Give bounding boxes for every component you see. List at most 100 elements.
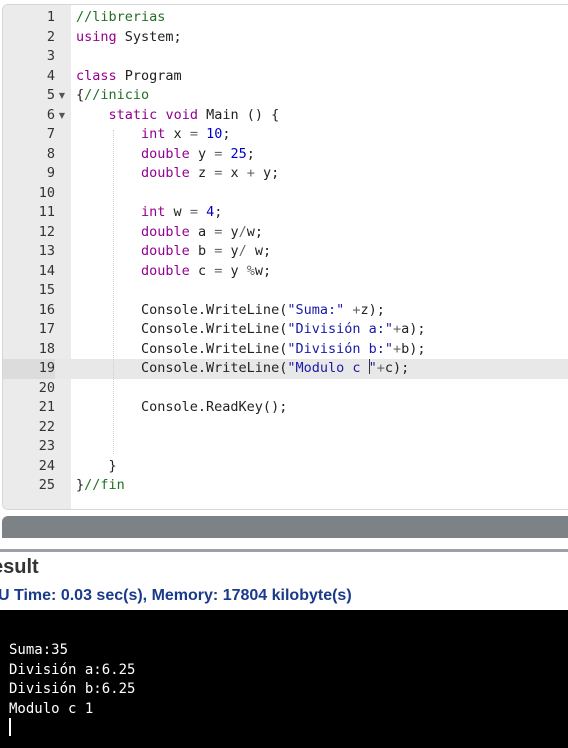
code-text: } [76, 457, 117, 477]
code-token: } [76, 477, 85, 493]
line-number: 9 [46, 165, 55, 181]
code-token: 4 [206, 204, 215, 220]
line-number: 21 [38, 399, 55, 415]
stats-prefix: U Time: [0, 587, 61, 604]
result-title: esult [0, 556, 39, 578]
code-text: int w = 4; [76, 203, 222, 223]
line-number: 3 [46, 48, 55, 64]
code-token: { [76, 87, 85, 103]
code-text: Console.ReadKey(); [76, 398, 287, 418]
line-number: 22 [38, 418, 55, 435]
code-token: w [165, 204, 190, 220]
code-line[interactable]: 6 ▼ static void Main () { [3, 106, 568, 126]
code-token: b); [401, 340, 426, 357]
code-text: double z = x + y; [76, 164, 279, 184]
code-line[interactable]: 4 class Program [3, 67, 568, 87]
code-line[interactable]: 22 [3, 418, 568, 438]
code-token: double [141, 223, 190, 240]
line-number: 10 [38, 184, 55, 201]
code-text: }//fin [76, 476, 125, 496]
stats-mid: , Memory: [142, 587, 223, 604]
code-line[interactable]: 24 } [3, 457, 568, 477]
code-text: using System; [76, 28, 182, 48]
fold-arrow-icon[interactable]: ▼ [56, 86, 68, 106]
output-console[interactable]: Suma:35 División a:6.25 División b:6.25 Mod… [0, 610, 568, 748]
code-line[interactable]: 5 ▼ {//inicio [3, 86, 568, 106]
code-token: + [393, 321, 402, 337]
line-number: 14 [38, 262, 55, 279]
code-token: y [222, 262, 247, 279]
code-line[interactable]: 16 Console.WriteLine("Suma:" +z); [3, 301, 568, 321]
code-line[interactable]: 25}//fin [3, 476, 568, 496]
line-number: 5 [46, 87, 55, 103]
code-token: w; [246, 243, 272, 259]
code-line[interactable]: 14 double c = y %w; [3, 262, 568, 282]
code-line[interactable]: 9 double z = x + y; [3, 164, 568, 184]
line-number: 12 [38, 223, 55, 240]
code-token: ; [214, 204, 223, 220]
code-line[interactable]: 1 //librerias [3, 8, 568, 28]
code-line[interactable]: 23 [3, 437, 568, 457]
code-text: Console.WriteLine("División a:"+a); [76, 320, 426, 340]
panel-divider[interactable] [0, 549, 568, 552]
code-line[interactable]: 8 double y = 25; [3, 145, 568, 165]
code-token: + [393, 340, 402, 357]
code-text: double c = y %w; [76, 262, 271, 282]
code-line[interactable]: 21 Console.ReadKey(); [3, 398, 568, 418]
line-number: 6 [46, 106, 55, 123]
code-token: static [108, 106, 158, 123]
code-token: z [189, 165, 215, 181]
code-token: y [189, 145, 215, 162]
code-token: / [238, 223, 247, 240]
code-token: Program [116, 67, 182, 84]
code-token: x [222, 165, 247, 181]
code-token: "División a:" [287, 321, 393, 337]
code-token: w; [254, 262, 272, 279]
code-line[interactable]: 3 [3, 47, 568, 67]
code-token: "División b:" [287, 340, 393, 357]
line-number: 16 [38, 301, 55, 318]
code-line[interactable]: 13 double b = y/ w; [3, 242, 568, 262]
code-editor[interactable]: 1 //librerias 2 using System; 3 4 class Progra… [2, 4, 568, 510]
code-token: Console.WriteLine( [76, 360, 288, 376]
code-token: / [238, 243, 247, 259]
code-token: % [246, 262, 255, 279]
code-line[interactable]: 15 [3, 281, 568, 301]
code-line[interactable]: 7 int x = 10; [3, 125, 568, 145]
code-token: 25 [230, 145, 247, 162]
line-number: 13 [38, 243, 55, 259]
code-line[interactable]: 12 double a = y/w; [3, 223, 568, 243]
line-number: 18 [38, 340, 55, 357]
code-token: Console.WriteLine( [76, 321, 288, 337]
code-token: ; [222, 126, 231, 142]
code-token: y [222, 223, 239, 240]
code-line[interactable]: 19 Console.WriteLine("Modulo c "+c); [3, 359, 568, 379]
code-token: using [76, 28, 117, 45]
code-text: {//inicio [76, 86, 149, 106]
code-token: class [76, 67, 117, 84]
line-number: 19 [3, 359, 55, 379]
code-line[interactable]: 20 [3, 379, 568, 399]
editor-tab-bar[interactable] [2, 516, 568, 538]
console-output-line: División a:6.25 [9, 661, 136, 678]
code-text: class Program [76, 67, 182, 87]
code-line[interactable]: 18 Console.WriteLine("División b:"+b); [3, 340, 568, 360]
code-token: int [141, 204, 166, 220]
line-number: 20 [38, 379, 55, 396]
code-line[interactable]: 2 using System; [3, 28, 568, 48]
code-token: = [189, 204, 198, 220]
line-number: 11 [38, 204, 55, 220]
fold-arrow-icon[interactable]: ▼ [56, 106, 68, 126]
code-token: 10 [206, 126, 223, 142]
code-line[interactable]: 11 int w = 4; [3, 203, 568, 223]
code-line[interactable]: 17 Console.WriteLine("División a:"+a); [3, 320, 568, 340]
line-number: 25 [38, 477, 55, 493]
code-token: System; [116, 28, 182, 45]
code-token: //fin [84, 477, 125, 493]
code-token: " [368, 360, 377, 376]
code-token: } [76, 457, 117, 474]
code-line[interactable]: 10 [3, 184, 568, 204]
